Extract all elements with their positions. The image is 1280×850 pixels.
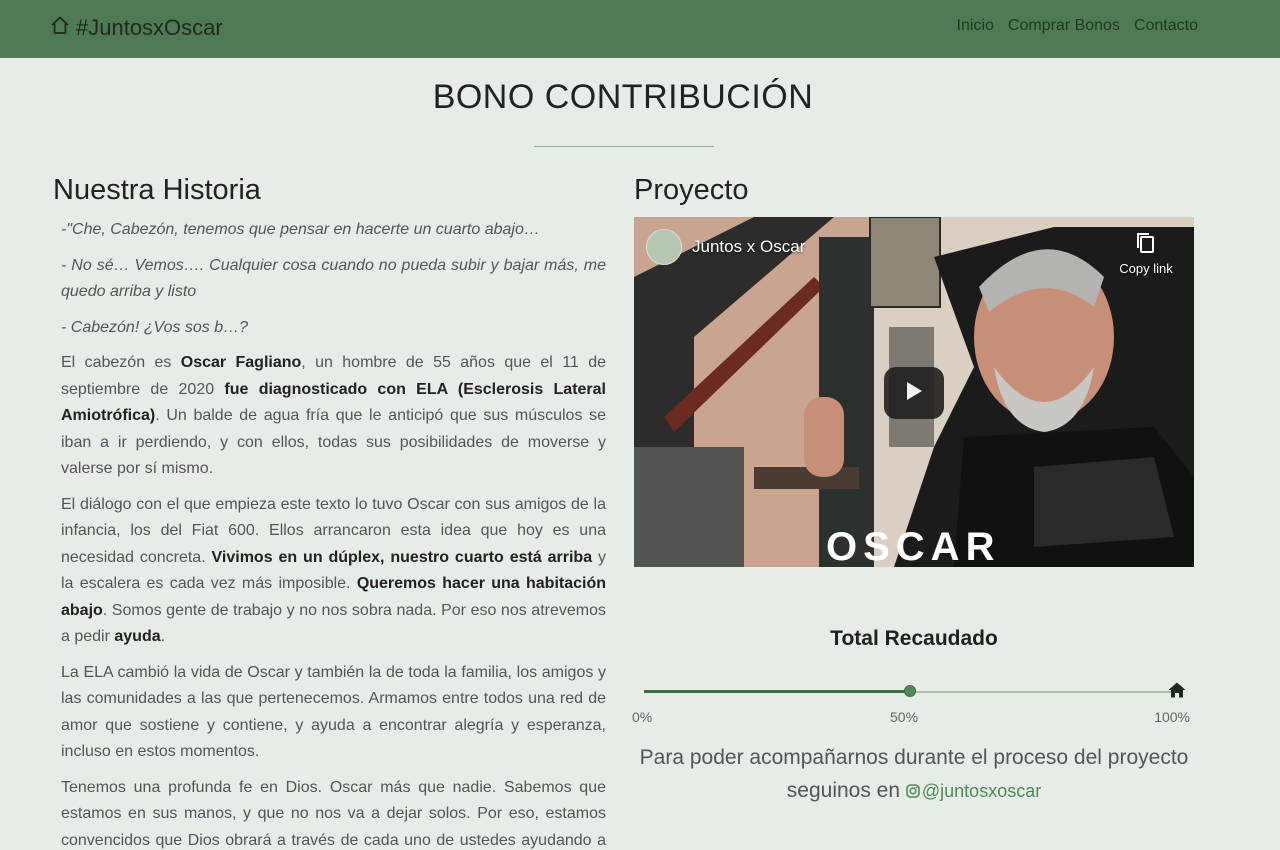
text-span: . <box>160 628 166 645</box>
instagram-icon <box>906 781 922 801</box>
project-heading: Proyecto <box>634 174 749 206</box>
instagram-handle: @juntosxoscar <box>921 781 1042 801</box>
play-icon <box>905 381 923 406</box>
video-channel-title[interactable]: Juntos x Oscar <box>692 237 805 257</box>
home-icon <box>1168 682 1186 698</box>
story-quote-3: - Cabezón! ¿Vos sos b…? <box>61 318 249 336</box>
story-paragraph-3: La ELA cambió la vida de Oscar y también… <box>61 663 606 761</box>
story-text: -"Che, Cabezón, tenemos que pensar en ha… <box>53 217 606 850</box>
progress-marker <box>904 685 916 697</box>
project-section: Proyecto Juntos x Oscar Copy link OSCAR … <box>632 174 1194 808</box>
text-span: El cabezón es <box>61 354 181 371</box>
nav-link-comprar-bonos[interactable]: Comprar Bonos <box>1008 17 1120 35</box>
video-player[interactable]: Juntos x Oscar Copy link OSCAR <box>634 217 1194 567</box>
copy-icon <box>1116 231 1176 255</box>
fundraising-progress: 0% 50% 100% <box>632 675 1190 725</box>
instagram-link[interactable]: @juntosxoscar <box>906 781 1041 801</box>
channel-avatar[interactable] <box>646 229 682 265</box>
copy-link-label: Copy link <box>1119 261 1173 276</box>
story-paragraph-1: El cabezón es Oscar Fagliano, un hombre … <box>61 350 606 483</box>
brand-link[interactable]: #JuntosxOscar <box>50 14 223 42</box>
progress-label-50: 50% <box>890 709 919 725</box>
video-header: Juntos x Oscar <box>646 229 805 265</box>
nav-link-contacto[interactable]: Contacto <box>1134 17 1198 35</box>
nav-links: Inicio Comprar Bonos Contacto <box>957 17 1198 35</box>
copy-link-button[interactable]: Copy link <box>1116 231 1176 276</box>
follow-text: Para poder acompañarnos durante el proce… <box>634 741 1194 808</box>
story-quote-2: - No sé… Vemos…. Cualquier cosa cuando n… <box>61 256 606 301</box>
navbar: #JuntosxOscar Inicio Comprar Bonos Conta… <box>0 0 1280 58</box>
bold-span: Oscar Fagliano <box>180 354 302 371</box>
progress-label-100: 100% <box>1154 709 1190 725</box>
video-watermark: OSCAR <box>826 525 1001 567</box>
play-button[interactable] <box>884 367 944 419</box>
story-paragraph-2: El diálogo con el que empieza este texto… <box>61 492 606 651</box>
progress-label-0: 0% <box>632 709 653 725</box>
nav-link-inicio[interactable]: Inicio <box>957 17 994 35</box>
title-divider <box>534 146 714 147</box>
page-title: BONO CONTRIBUCIÓN <box>432 78 814 116</box>
story-section: Nuestra Historia -"Che, Cabezón, tenemos… <box>53 174 606 850</box>
bold-span: Vivimos en un dúplex, nuestro cuarto est… <box>211 548 593 566</box>
bold-span: ayuda <box>114 628 161 645</box>
story-quote-1: -"Che, Cabezón, tenemos que pensar en ha… <box>61 221 540 238</box>
home-outline-icon <box>50 15 70 41</box>
brand-text: #JuntosxOscar <box>76 15 223 40</box>
story-paragraph-4: Tenemos una profunda fe en Dios. Oscar m… <box>61 778 606 849</box>
progress-fill <box>644 690 910 693</box>
story-heading: Nuestra Historia <box>53 174 261 206</box>
raised-title: Total Recaudado <box>830 627 998 650</box>
